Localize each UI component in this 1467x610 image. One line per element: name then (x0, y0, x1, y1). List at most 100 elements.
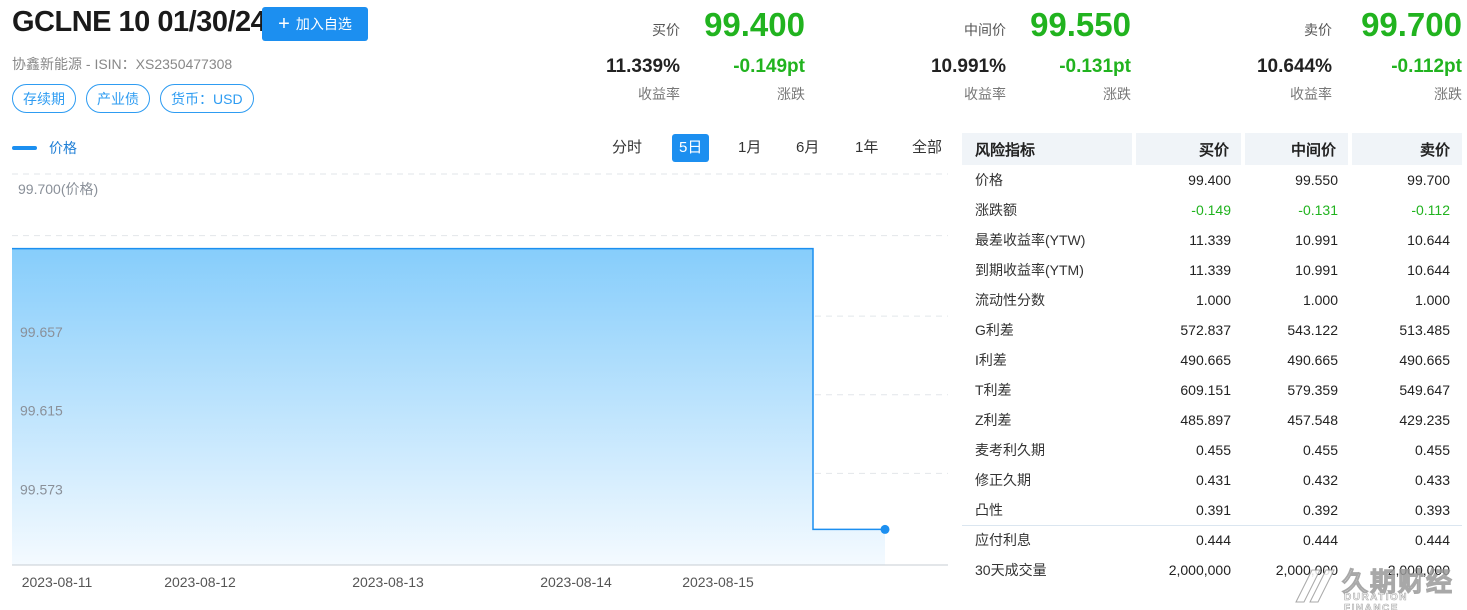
range-intraday[interactable]: 分时 (612, 134, 642, 162)
ask-value: 549.647 (1399, 382, 1450, 398)
mid-value: 99.550 (1295, 172, 1338, 188)
range-5d[interactable]: 5日 (672, 134, 710, 162)
bond-tags: 存续期 产业债 货币：USD (12, 84, 254, 113)
legend-line-icon (12, 146, 37, 150)
y-tick-label: 99.615 (20, 403, 63, 419)
metric-name: 到期收益率(YTM) (975, 262, 1084, 278)
price-chart[interactable]: 99.700(价格) 99.657 99.615 99.573 2023-08-11 20… (0, 170, 955, 600)
mid-value: 0.392 (1302, 501, 1338, 518)
quote-yield-label: 收益率 (964, 86, 1006, 102)
range-6m[interactable]: 6月 (796, 134, 819, 162)
quote-label: 中间价 (964, 22, 1006, 38)
ask-value: 490.665 (1399, 352, 1450, 368)
mid-value: 1.000 (1302, 292, 1338, 308)
y-tick-label: 99.657 (20, 324, 63, 340)
quote-yield-label: 收益率 (638, 86, 680, 102)
duration-finance-logo-icon (1295, 569, 1335, 603)
ask-value: 10.644 (1407, 262, 1450, 278)
metric-name: 凸性 (975, 501, 1003, 518)
risk-metrics-table: 风险指标 买价 中间价 卖价 价格 99.400 99.550 99.700 涨跌额 -0… (962, 133, 1462, 585)
last-price-marker (880, 524, 890, 534)
price-area (12, 248, 885, 565)
price-chart-svg: 99.700(价格) 99.657 99.615 99.573 2023-08-11 20… (12, 173, 948, 590)
metric-name: G利差 (975, 322, 1014, 338)
mid-value: 490.665 (1287, 352, 1338, 368)
table-row: 最差收益率(YTW) 11.339 10.991 10.644 (962, 225, 1462, 255)
bid-value: 609.151 (1180, 382, 1231, 398)
add-to-watchlist-button[interactable]: + 加入自选 (262, 7, 368, 41)
quote-label: 买价 (652, 22, 680, 38)
table-row: T利差 609.151 579.359 549.647 (962, 375, 1462, 405)
range-1y[interactable]: 1年 (855, 134, 878, 162)
metric-name: 麦考利久期 (975, 442, 1045, 458)
duration-finance-watermark: 久期财经 DURATION FINANCE (1290, 560, 1467, 610)
x-tick-label: 2023-08-14 (540, 574, 612, 590)
range-all[interactable]: 全部 (912, 134, 942, 162)
bid-value: 485.897 (1180, 412, 1231, 428)
quote-change: -0.149pt (733, 56, 805, 77)
quote-change: -0.131pt (1059, 56, 1131, 77)
ask-value: 429.235 (1399, 412, 1450, 428)
chart-legend[interactable]: 价格 (12, 138, 77, 158)
metric-name: Z利差 (975, 412, 1012, 428)
table-row: 流动性分数 1.000 1.000 1.000 (962, 285, 1462, 315)
ask-value: 0.444 (1350, 524, 1462, 555)
bid-value: 572.837 (1180, 322, 1231, 338)
metric-name: 价格 (975, 172, 1003, 188)
range-1m[interactable]: 1月 (738, 134, 761, 162)
ask-value: 0.393 (1414, 501, 1450, 518)
quote-bid: 买价 99.400 11.339% -0.149pt 收益率 涨跌 (560, 4, 810, 104)
quote-change: -0.112pt (1391, 56, 1462, 77)
bid-value: -0.149 (1191, 202, 1231, 218)
ask-value: 99.700 (1407, 172, 1450, 188)
table-header-row: 风险指标 买价 中间价 卖价 (962, 133, 1462, 165)
table-row: 涨跌额 -0.149 -0.131 -0.112 (962, 195, 1462, 225)
quote-price: 99.400 (704, 6, 805, 43)
quote-change-label: 涨跌 (777, 86, 805, 102)
metric-name: 修正久期 (975, 472, 1031, 488)
mid-value: -0.131 (1298, 202, 1338, 218)
mid-value: 10.991 (1295, 232, 1338, 248)
x-tick-label: 2023-08-11 (22, 574, 93, 590)
mid-value: 579.359 (1287, 382, 1338, 398)
metric-name: 涨跌额 (975, 202, 1017, 218)
plus-icon: + (278, 13, 290, 35)
quote-change-label: 涨跌 (1103, 86, 1131, 102)
metric-name: 30天成交量 (975, 562, 1047, 578)
tag-currency[interactable]: 货币：USD (160, 84, 254, 113)
quote-yield: 11.339% (606, 56, 680, 77)
bid-value: 490.665 (1180, 352, 1231, 368)
quote-label: 卖价 (1304, 22, 1332, 38)
table-row: I利差 490.665 490.665 490.665 (962, 345, 1462, 375)
mid-value: 0.432 (1302, 472, 1338, 488)
bid-value: 99.400 (1188, 172, 1231, 188)
quote-change-label: 涨跌 (1434, 86, 1462, 102)
metric-name: I利差 (975, 352, 1007, 368)
x-tick-label: 2023-08-15 (682, 574, 754, 590)
mid-value: 0.455 (1302, 442, 1338, 458)
mid-value: 10.991 (1295, 262, 1338, 278)
tag-sector[interactable]: 产业债 (86, 84, 150, 113)
header-metric: 风险指标 (962, 133, 1134, 165)
quote-ask: 卖价 99.700 10.644% -0.112pt 收益率 涨跌 (1212, 4, 1462, 104)
time-range-selector: 分时 5日 1月 6月 1年 全部 (600, 134, 950, 162)
header-bid: 买价 (1132, 133, 1243, 165)
issuer-isin: 协鑫新能源 - ISIN：XS2350477308 (12, 56, 233, 72)
ask-value: 10.644 (1407, 232, 1450, 248)
y-tick-label: 99.700(价格) (18, 181, 98, 197)
table-row: 修正久期 0.431 0.432 0.433 (962, 465, 1462, 495)
bid-value: 0.455 (1195, 442, 1231, 458)
ask-value: 0.455 (1414, 442, 1450, 458)
y-tick-label: 99.573 (20, 481, 63, 497)
bond-title: GCLNE 10 01/30/24 (12, 6, 267, 38)
quote-price: 99.550 (1030, 6, 1131, 43)
tag-status[interactable]: 存续期 (12, 84, 76, 113)
mid-value: 457.548 (1287, 412, 1338, 428)
bid-value: 0.444 (1134, 524, 1243, 555)
bid-value: 2,000,000 (1168, 562, 1231, 578)
quote-yield-label: 收益率 (1290, 86, 1332, 102)
mid-value: 543.122 (1287, 322, 1338, 338)
watermark-text-en: DURATION FINANCE (1344, 592, 1409, 610)
bid-value: 1.000 (1195, 292, 1231, 308)
table-row: 价格 99.400 99.550 99.700 (962, 165, 1462, 195)
